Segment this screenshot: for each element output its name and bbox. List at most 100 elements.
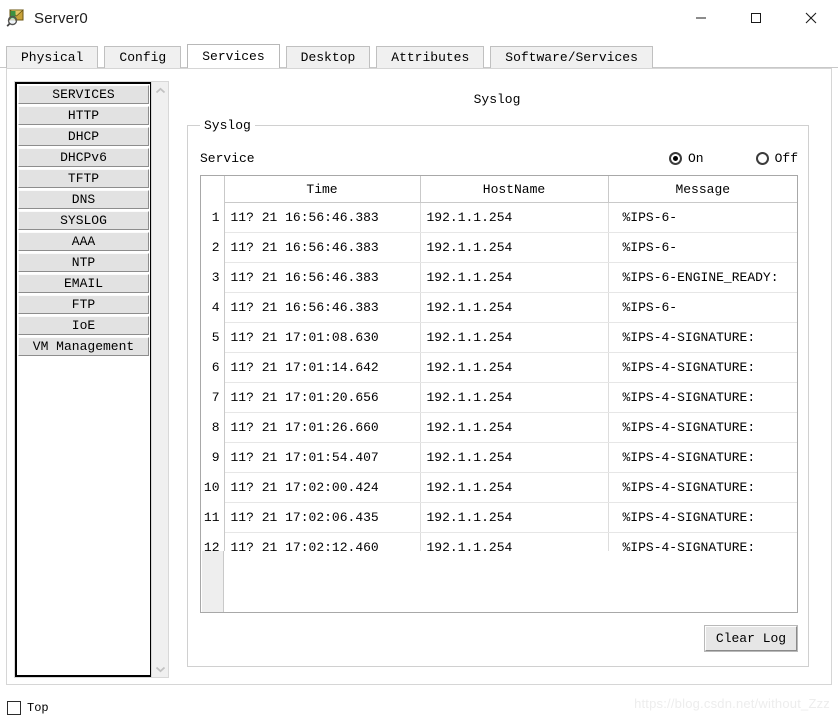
maximize-icon[interactable] — [728, 0, 783, 36]
sidebar-item-vm-management[interactable]: VM Management — [18, 337, 149, 356]
sidebar-item-ioe[interactable]: IoE — [18, 316, 149, 335]
row-index-gutter — [202, 551, 224, 612]
row-index: 7 — [201, 382, 225, 413]
tab-desktop[interactable]: Desktop — [285, 46, 371, 68]
tab-services[interactable]: Services — [187, 44, 280, 68]
column-header-hostname[interactable]: HostName — [420, 176, 609, 203]
chevron-down-icon[interactable] — [152, 660, 169, 677]
cell-message: %IPS-6- — [608, 202, 797, 233]
cell-hostname: 192.1.1.254 — [420, 412, 609, 443]
service-radio-group: On Off — [617, 151, 798, 166]
radio-service-on[interactable]: On — [668, 150, 704, 166]
service-label: Service — [200, 150, 255, 166]
table-row[interactable]: 2 11? 21 16:56:46.383 192.1.1.254 %IPS-6… — [201, 232, 797, 263]
cell-hostname: 192.1.1.254 — [420, 292, 609, 323]
cell-hostname: 192.1.1.254 — [420, 502, 609, 533]
radio-off-label: Off — [774, 150, 798, 166]
cell-hostname: 192.1.1.254 — [420, 262, 609, 293]
cell-hostname: 192.1.1.254 — [420, 322, 609, 353]
row-index: 9 — [201, 442, 225, 473]
row-index: 8 — [201, 412, 225, 443]
top-checkbox-label: Top — [27, 700, 49, 715]
table-row[interactable]: 6 11? 21 17:01:14.642 192.1.1.254 %IPS-4… — [201, 352, 797, 383]
clear-log-button[interactable]: Clear Log — [705, 626, 797, 651]
table-row[interactable]: 1 11? 21 16:56:46.383 192.1.1.254 %IPS-6… — [201, 202, 797, 233]
sidebar-item-email[interactable]: EMAIL — [18, 274, 149, 293]
table-row[interactable]: 3 11? 21 16:56:46.383 192.1.1.254 %IPS-6… — [201, 262, 797, 293]
cell-time: 11? 21 17:02:06.435 — [224, 502, 421, 533]
sidebar-item-syslog[interactable]: SYSLOG — [18, 211, 149, 230]
cell-time: 11? 21 17:01:20.656 — [224, 382, 421, 413]
column-header-time[interactable]: Time — [224, 176, 421, 203]
radio-service-off[interactable]: Off — [755, 150, 798, 166]
radio-off-circle — [755, 151, 769, 165]
top-checkbox[interactable]: Top — [7, 700, 49, 715]
sidebar-item-dhcp[interactable]: DHCP — [18, 127, 149, 146]
tab-strip: Physical Config Services Desktop Attribu… — [0, 44, 838, 68]
cell-time: 11? 21 17:01:54.407 — [224, 442, 421, 473]
table-row[interactable]: 11 11? 21 17:02:06.435 192.1.1.254 %IPS-… — [201, 502, 797, 533]
table-row[interactable]: 7 11? 21 17:01:20.656 192.1.1.254 %IPS-4… — [201, 382, 797, 413]
column-header-index — [201, 176, 225, 203]
row-index: 11 — [201, 502, 225, 533]
sidebar-scrollbar[interactable] — [151, 82, 168, 677]
service-row: Service On Off — [200, 147, 798, 169]
table-row[interactable]: 5 11? 21 17:01:08.630 192.1.1.254 %IPS-4… — [201, 322, 797, 353]
table-header-row: Time HostName Message — [201, 176, 797, 203]
page-title: Syslog — [473, 92, 521, 107]
cell-message: %IPS-4-SIGNATURE: — [608, 442, 797, 473]
cell-time: 11? 21 17:02:00.424 — [224, 472, 421, 503]
sidebar-item-dhcpv6[interactable]: DHCPv6 — [18, 148, 149, 167]
row-index: 5 — [201, 322, 225, 353]
sidebar-item-tftp[interactable]: TFTP — [18, 169, 149, 188]
row-index: 10 — [201, 472, 225, 503]
sidebar-item-ntp[interactable]: NTP — [18, 253, 149, 272]
window-title: Server0 — [34, 9, 88, 27]
cell-message: %IPS-4-SIGNATURE: — [608, 352, 797, 383]
table-row[interactable]: 10 11? 21 17:02:00.424 192.1.1.254 %IPS-… — [201, 472, 797, 503]
cell-hostname: 192.1.1.254 — [420, 232, 609, 263]
tab-physical[interactable]: Physical — [6, 46, 99, 68]
cell-time: 11? 21 17:01:14.642 — [224, 352, 421, 383]
cell-time: 11? 21 17:01:26.660 — [224, 412, 421, 443]
tab-software-services[interactable]: Software/Services — [490, 46, 653, 68]
row-index: 1 — [201, 202, 225, 233]
cell-message: %IPS-6-ENGINE_READY: — [608, 262, 797, 293]
tab-config[interactable]: Config — [104, 46, 182, 68]
cell-message: %IPS-4-SIGNATURE: — [608, 382, 797, 413]
cell-hostname: 192.1.1.254 — [420, 202, 609, 233]
cell-time: 11? 21 17:01:08.630 — [224, 322, 421, 353]
cell-hostname: 192.1.1.254 — [420, 442, 609, 473]
cell-hostname: 192.1.1.254 — [420, 382, 609, 413]
tab-attributes[interactable]: Attributes — [376, 46, 485, 68]
services-list: SERVICES HTTP DHCP DHCPv6 TFTP DNS SYSLO… — [15, 82, 151, 677]
checkbox-box-icon — [7, 700, 21, 715]
services-sidebar: SERVICES HTTP DHCP DHCPv6 TFTP DNS SYSLO… — [14, 81, 169, 678]
table-row[interactable]: 4 11? 21 16:56:46.383 192.1.1.254 %IPS-6… — [201, 292, 797, 323]
fieldset-legend: Syslog — [200, 118, 255, 133]
minimize-icon[interactable] — [673, 0, 728, 36]
window-titlebar: Server0 — [0, 0, 838, 36]
chevron-up-icon[interactable] — [152, 82, 169, 99]
table-row[interactable]: 8 11? 21 17:01:26.660 192.1.1.254 %IPS-4… — [201, 412, 797, 443]
table-row[interactable]: 9 11? 21 17:01:54.407 192.1.1.254 %IPS-4… — [201, 442, 797, 473]
cell-hostname: 192.1.1.254 — [420, 472, 609, 503]
cell-message: %IPS-6- — [608, 292, 797, 323]
close-icon[interactable] — [783, 0, 838, 36]
cell-message: %IPS-6- — [608, 232, 797, 263]
sidebar-item-dns[interactable]: DNS — [18, 190, 149, 209]
server-inspect-icon — [6, 8, 26, 28]
watermark-text: https://blog.csdn.net/without_Zzz — [634, 696, 830, 711]
sidebar-item-ftp[interactable]: FTP — [18, 295, 149, 314]
sidebar-item-aaa[interactable]: AAA — [18, 232, 149, 251]
radio-on-circle — [668, 151, 682, 165]
sidebar-item-http[interactable]: HTTP — [18, 106, 149, 125]
sidebar-item-services[interactable]: SERVICES — [18, 85, 149, 104]
column-header-message[interactable]: Message — [608, 176, 797, 203]
syslog-pane: Syslog Syslog Service On Off Time HostNa… — [183, 81, 811, 678]
table-empty-area — [202, 551, 797, 612]
row-index: 4 — [201, 292, 225, 323]
cell-message: %IPS-4-SIGNATURE: — [608, 502, 797, 533]
syslog-table-container[interactable]: Time HostName Message 1 11? 21 16:56:46.… — [200, 175, 798, 613]
radio-on-label: On — [687, 150, 704, 166]
